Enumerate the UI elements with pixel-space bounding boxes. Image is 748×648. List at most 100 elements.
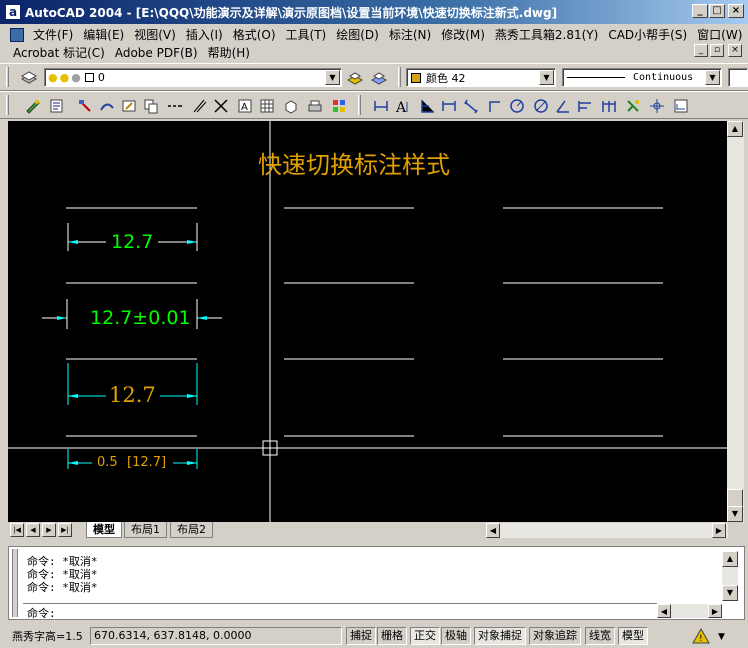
status-bar-menu-icon[interactable]: ▼ (718, 632, 725, 642)
menu-view[interactable]: 视图(V) (129, 26, 181, 43)
menu-adobe-pdf[interactable]: Adobe PDF(B) (110, 46, 203, 60)
command-scroll-left-icon[interactable]: ◀ (657, 604, 671, 618)
document-close-button[interactable]: × (728, 44, 742, 57)
document-restore-button[interactable]: ▫ (710, 44, 724, 57)
lineweight-dropdown[interactable] (728, 68, 748, 87)
object-tracking-toggle[interactable]: 对象追踪 (529, 627, 581, 645)
toolbar-grip[interactable] (6, 67, 9, 87)
document-icon[interactable] (10, 27, 24, 42)
scroll-thumb[interactable] (727, 489, 743, 507)
scroll-up-icon[interactable]: ▲ (727, 121, 743, 137)
layer-manager-icon[interactable] (20, 69, 38, 87)
polar-toggle[interactable]: 极轴 (441, 627, 471, 645)
match-properties-icon[interactable] (76, 97, 94, 115)
layer-dropdown-arrow-icon[interactable]: ▼ (325, 70, 340, 85)
menu-file[interactable]: 文件(F) (28, 26, 78, 43)
menu-modify[interactable]: 修改(M) (436, 26, 490, 43)
line-icon[interactable] (190, 97, 208, 115)
radius-dimension-icon[interactable] (508, 97, 526, 115)
center-mark-icon[interactable] (648, 97, 666, 115)
command-horizontal-scrollbar[interactable]: ◀ ▶ (657, 604, 722, 618)
document-minimize-button[interactable]: _ (694, 44, 708, 57)
menu-window[interactable]: 窗口(W) (692, 26, 747, 43)
copy-icon[interactable] (142, 97, 160, 115)
angular-dimension-icon[interactable] (554, 97, 572, 115)
maximize-button[interactable]: □ (709, 4, 725, 18)
tab-layout2[interactable]: 布局2 (170, 522, 213, 538)
toolbar-grip[interactable] (398, 67, 401, 87)
rotated-dimension-icon[interactable] (462, 97, 480, 115)
autocad-app-icon[interactable]: a (5, 4, 21, 20)
baseline-dimension-icon[interactable] (576, 97, 594, 115)
menu-format[interactable]: 格式(O) (228, 26, 281, 43)
table-icon[interactable] (258, 97, 276, 115)
tolerance-icon[interactable] (624, 97, 642, 115)
command-scroll-up-icon[interactable]: ▲ (722, 551, 738, 567)
object-snap-toggle[interactable]: 对象捕捉 (474, 627, 526, 645)
lineweight-toggle[interactable]: 线宽 (585, 627, 615, 645)
menu-cad-helper[interactable]: CAD小帮手(S) (603, 26, 692, 43)
command-vertical-scrollbar[interactable]: ▲ ▼ (722, 551, 738, 601)
color-dropdown-arrow-icon[interactable]: ▼ (539, 70, 554, 85)
dimension-style-icon[interactable] (672, 97, 690, 115)
diameter-dimension-icon[interactable] (532, 97, 550, 115)
tab-nav-first-icon[interactable]: |◀ (10, 523, 24, 537)
grid-toggle[interactable]: 栅格 (377, 627, 407, 645)
color-dropdown[interactable]: 颜色 42 ▼ (406, 68, 556, 87)
drawing-canvas[interactable]: 快速切换标注样式 12.7 12.7±0.01 12.7 0.5 [12.7] (8, 121, 727, 522)
menu-insert[interactable]: 插入(I) (181, 26, 228, 43)
model-toggle[interactable]: 模型 (618, 627, 648, 645)
trim-icon[interactable] (212, 97, 230, 115)
communication-center-icon[interactable]: ! (692, 627, 710, 644)
continue-dimension-icon[interactable] (600, 97, 618, 115)
horizontal-scrollbar[interactable]: ◀ ▶ (486, 523, 728, 538)
tab-nav-prev-icon[interactable]: ◀ (26, 523, 40, 537)
command-scroll-right-icon[interactable]: ▶ (708, 604, 722, 618)
aligned-dimension-icon[interactable] (440, 97, 458, 115)
text-style-icon[interactable]: A (394, 97, 412, 115)
toolbar-grip[interactable] (358, 95, 361, 115)
command-prompt[interactable]: 命令: (27, 605, 56, 621)
make-layer-current-icon[interactable] (346, 69, 364, 87)
close-button[interactable]: × (728, 4, 744, 18)
menu-help[interactable]: 帮助(H) (203, 44, 255, 61)
coordinate-readout[interactable]: 670.6314, 637.8148, 0.0000 (90, 627, 342, 645)
block-icon[interactable] (282, 97, 300, 115)
properties-icon[interactable] (24, 97, 42, 115)
tab-nav-last-icon[interactable]: ▶| (58, 523, 72, 537)
dimension-edit-icon[interactable] (98, 97, 116, 115)
minimize-button[interactable]: _ (692, 4, 708, 18)
linetype-dropdown[interactable]: Continuous ▼ (562, 68, 722, 87)
menu-tools[interactable]: 工具(T) (281, 26, 332, 43)
menu-draw[interactable]: 绘图(D) (331, 26, 384, 43)
layer-dropdown[interactable]: ● ● ● 0 ▼ (44, 68, 342, 87)
linear-dimension-icon[interactable] (372, 97, 390, 115)
tab-model[interactable]: 模型 (86, 522, 122, 538)
linetype-dashed-icon[interactable] (166, 97, 184, 115)
snap-toggle[interactable]: 捕捉 (346, 627, 376, 645)
tab-layout1[interactable]: 布局1 (124, 522, 167, 538)
toolbar-grip[interactable] (6, 95, 9, 115)
command-window-grip[interactable] (12, 549, 18, 617)
ordinate-dimension-icon[interactable] (418, 97, 436, 115)
scroll-down-icon[interactable]: ▼ (727, 506, 743, 522)
design-center-icon[interactable] (48, 97, 66, 115)
leader-icon[interactable] (486, 97, 504, 115)
command-window[interactable]: 命令: *取消* 命令: *取消* 命令: *取消* 命令: ▲ ▼ ◀ ▶ (8, 546, 745, 620)
menu-acrobat-markup[interactable]: Acrobat 标记(C) (8, 44, 110, 61)
plot-icon[interactable] (306, 97, 324, 115)
single-line-text-icon[interactable]: A (236, 97, 254, 115)
layer-previous-icon[interactable] (370, 69, 388, 87)
scroll-left-icon[interactable]: ◀ (486, 523, 500, 538)
vertical-scrollbar[interactable]: ▲ ▼ (727, 121, 744, 522)
edit-text-icon[interactable] (120, 97, 138, 115)
ortho-toggle[interactable]: 正交 (410, 627, 440, 645)
linetype-dropdown-arrow-icon[interactable]: ▼ (705, 70, 720, 85)
scroll-right-icon[interactable]: ▶ (712, 523, 726, 538)
menu-yanxiu-toolbox[interactable]: 燕秀工具箱2.81(Y) (490, 26, 603, 43)
render-icon[interactable] (330, 97, 348, 115)
command-scroll-down-icon[interactable]: ▼ (722, 585, 738, 601)
menu-edit[interactable]: 编辑(E) (78, 26, 129, 43)
tab-nav-next-icon[interactable]: ▶ (42, 523, 56, 537)
menu-dimension[interactable]: 标注(N) (384, 26, 436, 43)
